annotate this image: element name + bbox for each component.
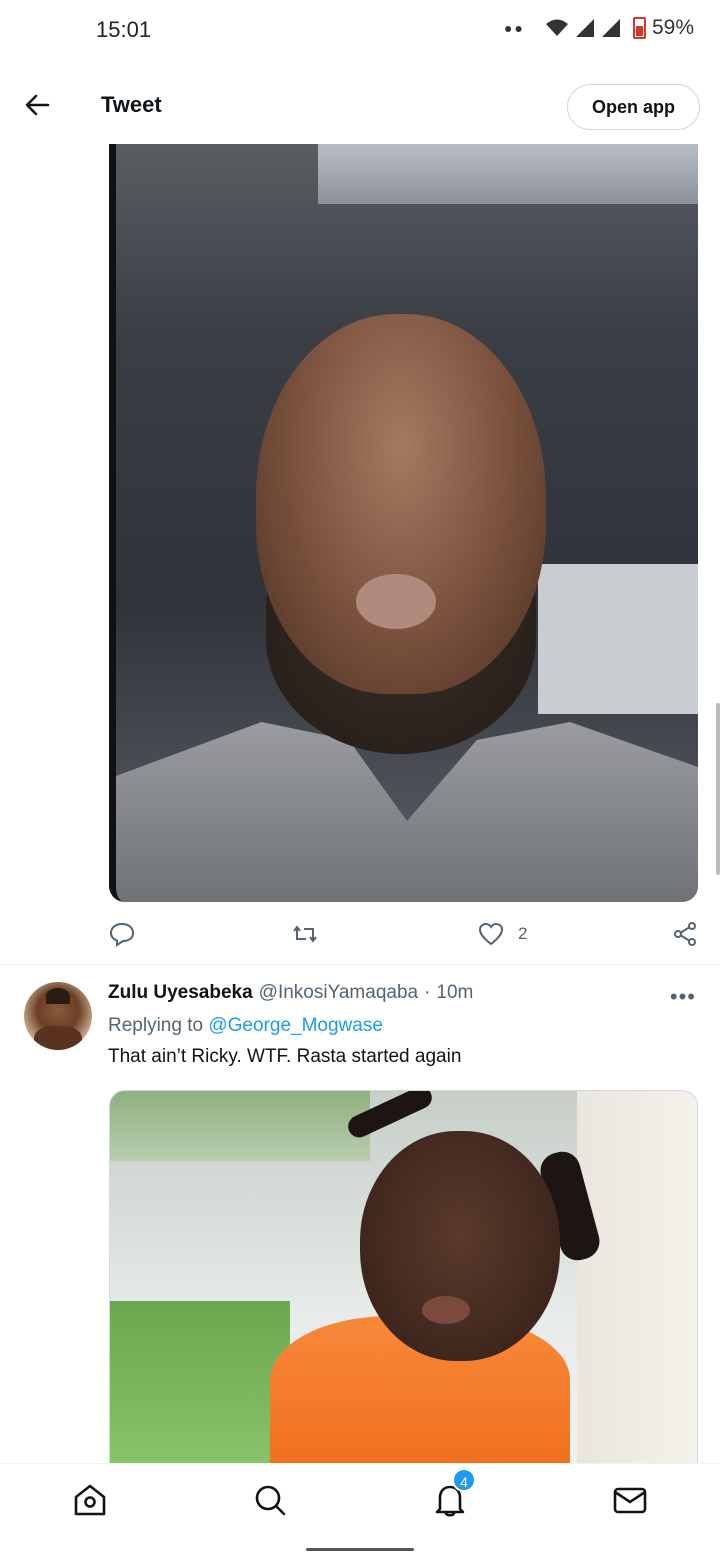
wifi-icon bbox=[545, 19, 568, 36]
page-title: Tweet bbox=[101, 92, 162, 117]
home-indicator[interactable] bbox=[306, 1548, 414, 1551]
status-time: 15:01 bbox=[96, 17, 152, 42]
signal-icon-2 bbox=[601, 19, 620, 37]
sunroof bbox=[318, 144, 698, 204]
reply-header: Zulu Uyesabeka @InkosiYamaqaba · 10m bbox=[108, 982, 473, 1004]
heart-icon bbox=[478, 922, 504, 946]
door bbox=[577, 1091, 697, 1469]
reply-button[interactable] bbox=[109, 919, 135, 949]
window-top bbox=[110, 1091, 370, 1161]
battery-icon bbox=[632, 17, 646, 39]
bottom-navigation: 4 bbox=[0, 1463, 720, 1538]
mail-icon bbox=[613, 1487, 647, 1514]
tweet-photo[interactable] bbox=[109, 1090, 698, 1470]
signal-icon bbox=[575, 19, 594, 37]
comment-icon bbox=[109, 922, 135, 947]
home-icon bbox=[74, 1484, 106, 1516]
head bbox=[256, 314, 546, 694]
window-garden bbox=[110, 1301, 290, 1469]
status-bar: 15:01 ●● 59% bbox=[0, 0, 720, 60]
mouth bbox=[356, 574, 436, 629]
share-button[interactable] bbox=[672, 919, 698, 949]
child-face bbox=[360, 1131, 560, 1361]
retweet-icon bbox=[293, 925, 317, 943]
nav-messages[interactable] bbox=[612, 1482, 652, 1522]
search-icon bbox=[255, 1485, 286, 1516]
avatar[interactable] bbox=[24, 982, 92, 1050]
tweet-actions: 2 bbox=[109, 915, 699, 953]
notification-dots-icon: ●● bbox=[504, 20, 525, 36]
status-icons: ●● 59% bbox=[504, 16, 694, 40]
pouting-lips bbox=[422, 1296, 470, 1324]
share-icon bbox=[674, 922, 696, 946]
nav-notifications[interactable]: 4 bbox=[432, 1468, 476, 1522]
mention-link[interactable]: @George_Mogwase bbox=[208, 1015, 383, 1036]
scrollbar[interactable] bbox=[716, 703, 720, 875]
divider bbox=[0, 964, 720, 965]
tweet-text: That ain’t Ricky. WTF. Rasta started aga… bbox=[108, 1046, 462, 1067]
tweet-video[interactable] bbox=[109, 144, 698, 902]
retweet-button[interactable] bbox=[292, 919, 318, 949]
user-handle[interactable]: @InkosiYamaqaba bbox=[259, 982, 418, 1004]
avatar-body bbox=[34, 1026, 82, 1050]
more-options-icon[interactable]: ••• bbox=[670, 984, 696, 1010]
tweet-time: 10m bbox=[436, 982, 474, 1003]
nav-search[interactable] bbox=[252, 1482, 292, 1522]
nav-home[interactable] bbox=[72, 1482, 112, 1522]
like-button[interactable]: 2 bbox=[478, 919, 527, 949]
avatar-hat bbox=[46, 988, 70, 1004]
back-arrow-icon[interactable] bbox=[22, 90, 52, 120]
replying-prefix: Replying to bbox=[108, 1015, 204, 1036]
display-name[interactable]: Zulu Uyesabeka bbox=[108, 982, 253, 1004]
like-count: 2 bbox=[518, 924, 528, 943]
battery-percent: 59% bbox=[651, 16, 694, 39]
top-bar: Tweet Open app bbox=[0, 70, 720, 144]
open-app-button[interactable]: Open app bbox=[566, 84, 700, 130]
notifications-badge: 4 bbox=[452, 1468, 476, 1492]
replying-to: Replying to @George_Mogwase bbox=[108, 1015, 383, 1037]
separator: · bbox=[424, 982, 431, 1003]
car-window bbox=[538, 564, 698, 714]
